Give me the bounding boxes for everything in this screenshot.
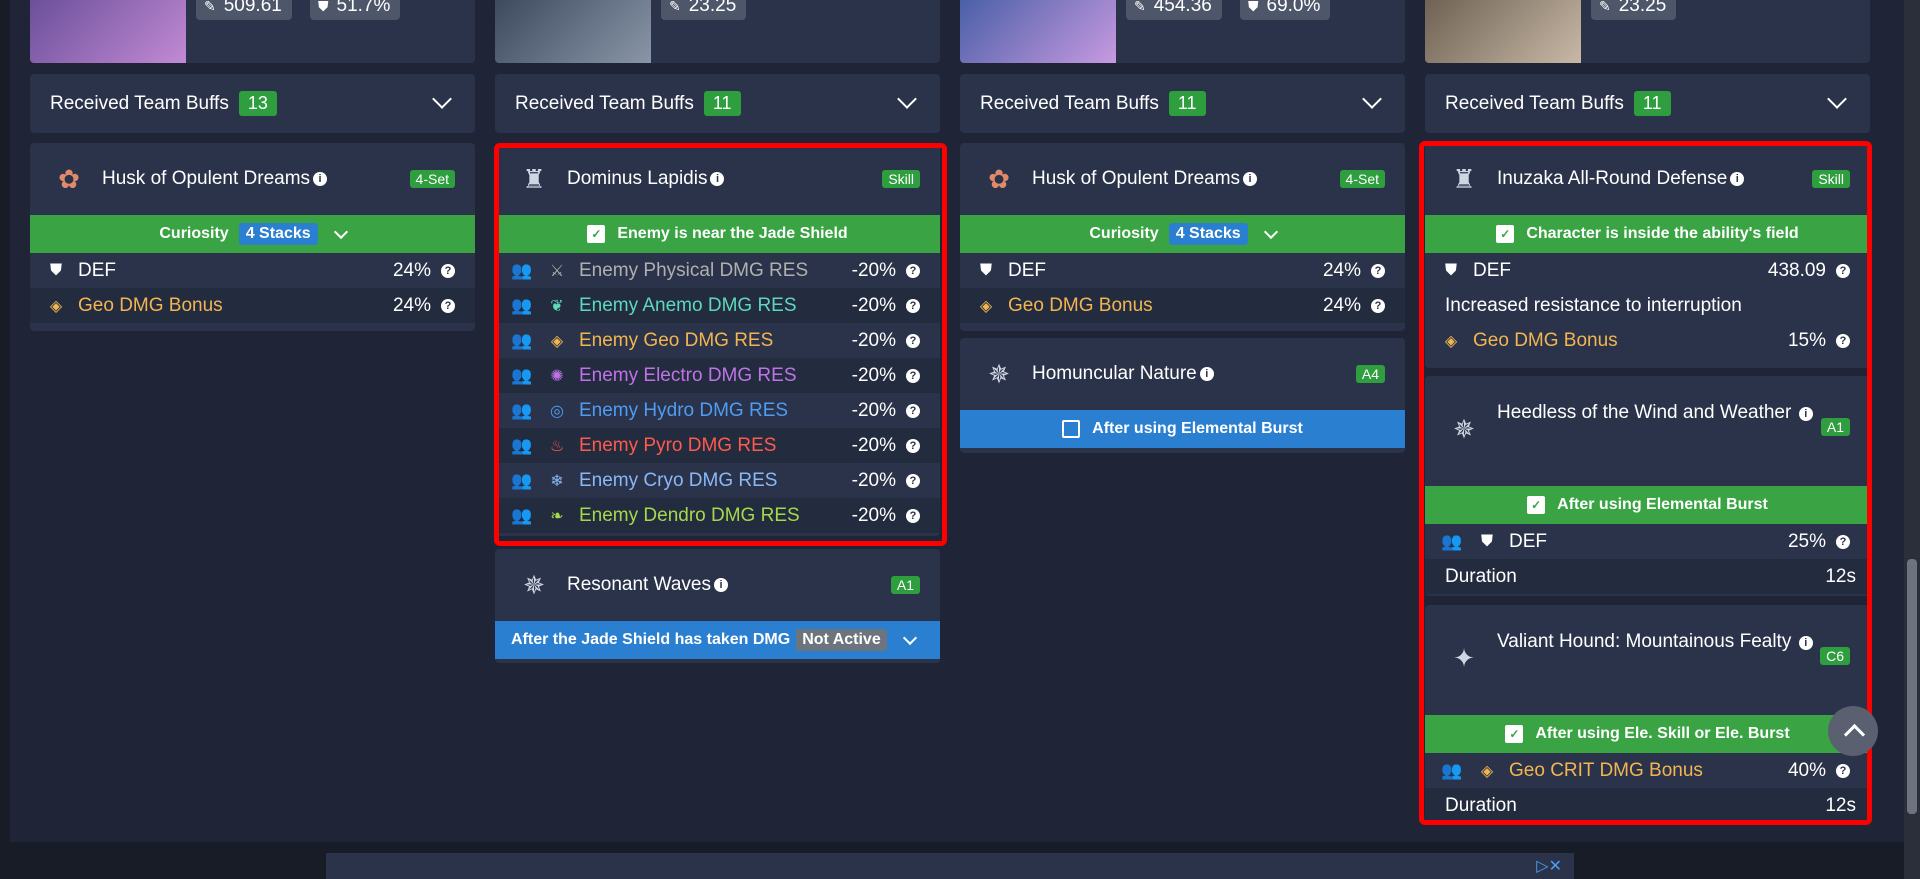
atk-stat: ✎ 23.25 [1591, 0, 1677, 20]
help-icon[interactable]: ? [1371, 298, 1385, 313]
shield-icon: ⛊ [49, 261, 62, 279]
received-team-buffs-toggle[interactable]: Received Team Buffs 11 [960, 74, 1405, 133]
buff-panel-husk: ✿ Husk of Opulent Dreams i 4-Set Curiosit… [960, 143, 1405, 331]
panel-title: Husk of Opulent Dreams [1032, 168, 1241, 189]
ad-close-icon[interactable]: ▷✕ [1536, 856, 1562, 876]
scroll-to-top-button[interactable] [1828, 706, 1878, 756]
buffs-count-badge: 13 [238, 91, 277, 116]
weapon-thumbnail [495, 0, 651, 63]
stat-name: Geo DMG Bonus [1008, 294, 1153, 316]
buffs-label: Received Team Buffs [50, 92, 229, 114]
highlight-box [494, 143, 947, 546]
shield-icon: ⛊ [1248, 0, 1259, 14]
atk-stat: ✎ 509.61 [196, 0, 292, 20]
buffs-count-badge: 11 [1168, 91, 1206, 116]
buff-panel-resonant-waves: ✵ Resonant Waves i A1 After the Jade Shie… [495, 549, 940, 663]
sword-icon: ✎ [1599, 0, 1611, 14]
talent-icon: ✵ [988, 358, 1010, 389]
stat-row: ⛊ DEF 24%? [30, 253, 475, 288]
panel-title: Homuncular Nature [1032, 363, 1197, 384]
sword-icon: ✎ [204, 0, 216, 14]
curiosity-stacks-select[interactable]: Curiosity 4 Stacks [30, 215, 475, 253]
received-team-buffs-toggle[interactable]: Received Team Buffs 13 [30, 74, 475, 133]
talent-tag: A4 [1355, 365, 1385, 383]
stat-value: 24% [1322, 259, 1361, 281]
help-icon[interactable]: ? [1371, 263, 1385, 278]
condition-label: After the Jade Shield has taken DMG [511, 631, 791, 648]
shield-icon: ⛊ [318, 0, 329, 14]
ad-banner[interactable]: ▷✕ [326, 853, 1574, 879]
chevron-down-icon [432, 89, 452, 109]
atk-stat: ✎ 454.36 [1126, 0, 1222, 20]
panel-title: Husk of Opulent Dreams [102, 168, 311, 189]
jade-shield-dmg-select[interactable]: After the Jade Shield has taken DMG Not … [495, 621, 940, 659]
stacks-badge: 4 Stacks [1168, 223, 1248, 245]
chevron-up-icon [1843, 723, 1866, 746]
condition-label: Curiosity [1089, 225, 1159, 242]
chevron-down-icon [333, 224, 348, 240]
scrollbar-thumb[interactable] [1907, 559, 1917, 814]
info-icon[interactable]: i [1199, 367, 1214, 381]
help-icon[interactable]: ? [441, 263, 455, 278]
sword-icon: ✎ [1134, 0, 1146, 14]
received-team-buffs-toggle[interactable]: Received Team Buffs 11 [495, 74, 940, 133]
elemental-burst-checkbox[interactable]: After using Elemental Burst [960, 410, 1405, 448]
info-icon[interactable]: i [1243, 172, 1258, 186]
character-card[interactable]: ✎ 23.25 [1425, 0, 1870, 63]
stat-value: 24% [392, 259, 431, 281]
page-scrollbar[interactable] [1904, 0, 1920, 879]
stat-value: 24% [392, 294, 431, 316]
highlight-box [1419, 141, 1872, 825]
state-badge: Not Active [796, 629, 887, 651]
stat-name: DEF [1008, 259, 1046, 281]
def-stat: ⛊ 69.0% [1240, 0, 1331, 20]
condition-label: Curiosity [159, 225, 229, 242]
weapon-thumbnail [1425, 0, 1581, 63]
received-team-buffs-toggle[interactable]: Received Team Buffs 11 [1425, 74, 1870, 133]
curiosity-stacks-select[interactable]: Curiosity 4 Stacks [960, 215, 1405, 253]
chevron-down-icon [897, 89, 917, 109]
sword-icon: ✎ [669, 0, 681, 14]
info-icon[interactable]: i [713, 578, 728, 592]
stat-row: ◈ Geo DMG Bonus 24%? [30, 288, 475, 323]
panel-title: Resonant Waves [567, 574, 711, 595]
stacks-badge: 4 Stacks [238, 223, 318, 245]
chevron-down-icon [1362, 89, 1382, 109]
talent-tag: A1 [890, 576, 920, 594]
buffs-count-badge: 11 [703, 91, 741, 116]
stat-row: ◈ Geo DMG Bonus 24%? [960, 288, 1405, 323]
buffs-label: Received Team Buffs [1445, 92, 1624, 114]
weapon-thumbnail [960, 0, 1116, 63]
buffs-label: Received Team Buffs [980, 92, 1159, 114]
set-tag: 4-Set [1339, 170, 1385, 188]
character-card[interactable]: ✎ 23.25 [495, 0, 940, 63]
stat-name: DEF [78, 259, 116, 281]
artifact-icon: ✿ [58, 163, 80, 194]
geo-icon: ◈ [49, 297, 63, 315]
talent-icon: ✵ [523, 569, 545, 600]
stat-row: ⛊ DEF 24%? [960, 253, 1405, 288]
weapon-thumbnail [30, 0, 186, 63]
artifact-icon: ✿ [988, 163, 1010, 194]
buff-panel-husk: ✿ Husk of Opulent Dreams i 4-Set Curiosit… [30, 143, 475, 331]
def-stat: ⛊ 51.7% [310, 0, 401, 20]
character-card[interactable]: ✎ 454.36 ⛊ 69.0% [960, 0, 1405, 63]
geo-icon: ◈ [979, 297, 993, 315]
stat-value: 24% [1322, 294, 1361, 316]
condition-label: After using Elemental Burst [1092, 420, 1303, 437]
stat-name: Geo DMG Bonus [78, 294, 223, 316]
help-icon[interactable]: ? [441, 298, 455, 313]
chevron-down-icon [1827, 89, 1847, 109]
shield-icon: ⛊ [979, 261, 992, 279]
set-tag: 4-Set [409, 170, 455, 188]
checkbox-unchecked-icon [1062, 420, 1081, 438]
buffs-count-badge: 11 [1633, 91, 1671, 116]
buff-panel-homuncular-nature: ✵ Homuncular Nature i A4 After using Elem… [960, 338, 1405, 453]
chevron-down-icon [902, 630, 917, 646]
buffs-label: Received Team Buffs [515, 92, 694, 114]
character-card[interactable]: ✎ 509.61 ⛊ 51.7% [30, 0, 475, 63]
atk-stat: ✎ 23.25 [661, 0, 747, 20]
chevron-down-icon [1263, 224, 1278, 240]
info-icon[interactable]: i [313, 172, 328, 186]
